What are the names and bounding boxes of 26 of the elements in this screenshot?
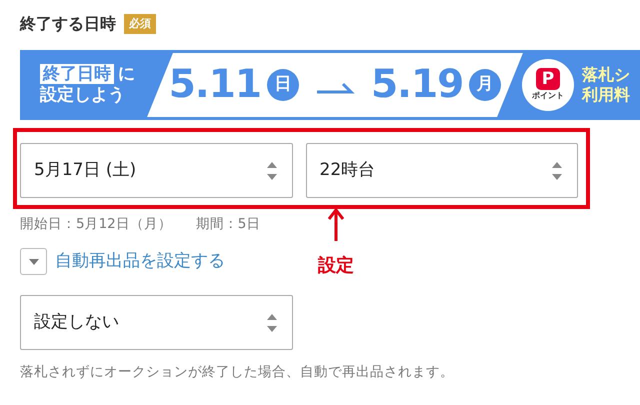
period-note: 期間：5日 — [196, 215, 260, 234]
section-title: 終了する日時 — [20, 13, 116, 35]
start-date-note: 開始日：5月12日（月） — [20, 215, 172, 234]
logo-letter: P — [536, 68, 560, 90]
caret-icon — [28, 258, 38, 265]
hour-select[interactable]: 22時台 — [306, 143, 578, 198]
banner-highlight: 終了日時 — [40, 64, 114, 84]
annotation-label: 設定 — [318, 254, 354, 278]
end-date: 5.19 — [371, 60, 464, 109]
weekday-badge: 月 — [469, 69, 502, 101]
spinner-icon — [551, 160, 563, 182]
relist-link[interactable]: 自動再出品を設定する — [55, 249, 225, 274]
required-badge: 必須 — [124, 14, 156, 34]
expand-toggle[interactable] — [20, 248, 47, 276]
spinner-icon — [266, 312, 278, 334]
banner-text: に — [118, 64, 135, 84]
logo-caption: ポイント — [532, 90, 564, 102]
banner-text: 設定しよう — [40, 85, 126, 106]
weekday-badge: 日 — [267, 69, 299, 101]
date-select[interactable]: 5月17日 (土) — [20, 143, 292, 198]
relist-select[interactable]: 設定しない — [20, 295, 293, 350]
banner-text: 利用料 — [582, 85, 630, 105]
spinner-icon — [266, 160, 278, 182]
start-date: 5.11 — [168, 60, 261, 109]
relist-note: 落札されずにオークションが終了した場合、自動で再出品されます。 — [20, 363, 455, 382]
banner-text: 落札シ — [582, 65, 630, 85]
